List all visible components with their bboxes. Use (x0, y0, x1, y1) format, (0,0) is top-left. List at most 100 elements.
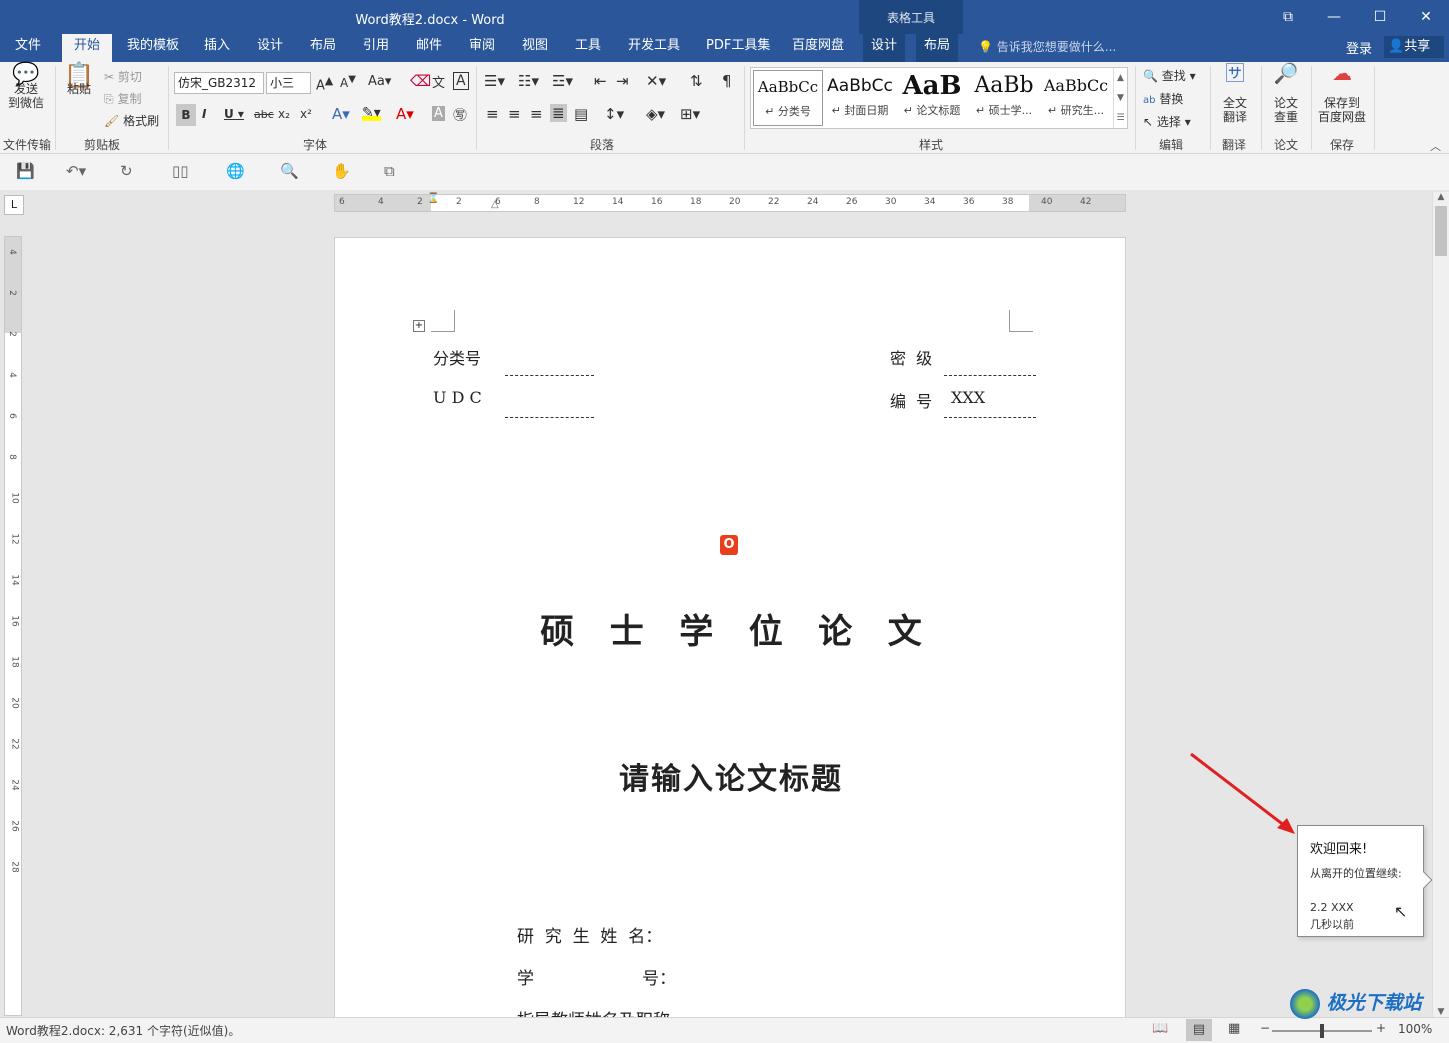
login-link[interactable]: 登录 (1346, 38, 1372, 57)
style-graduate[interactable]: AaBbCc ↵ 研究生... (1041, 70, 1111, 126)
tab-file[interactable]: 文件 (7, 34, 49, 62)
superscript-button[interactable]: x² (300, 107, 312, 121)
vertical-ruler[interactable]: 4 2 2 4 6 8 10 12 14 16 18 20 22 24 26 28 (4, 236, 22, 1016)
tab-table-layout[interactable]: 布局 (916, 34, 959, 62)
numbering-icon[interactable]: ☷▾ (518, 72, 539, 90)
save-baidu-button[interactable]: ☁ 保存到 百度网盘 (1314, 63, 1370, 124)
document-info[interactable]: Word教程2.docx: 2,631 个字符(近似值)。 (6, 1022, 240, 1039)
tab-my-templates[interactable]: 我的模板 (119, 34, 187, 62)
tab-home[interactable]: 开始 (62, 34, 113, 62)
tab-tools[interactable]: 工具 (567, 34, 609, 62)
shrink-font-icon[interactable]: A▼ (340, 74, 356, 90)
italic-button[interactable]: I (202, 107, 206, 121)
clear-format-icon[interactable]: ⌫ (410, 72, 431, 90)
find-button[interactable]: 🔍 查找 ▾ (1143, 67, 1196, 84)
tab-insert[interactable]: 插入 (196, 34, 238, 62)
char-border-icon[interactable]: A (453, 72, 469, 90)
undo-icon[interactable]: ↶▾ (66, 162, 86, 180)
tab-selector[interactable]: L (4, 195, 24, 215)
web-layout-status-icon[interactable]: ▦ (1228, 1021, 1240, 1036)
split-view-icon[interactable]: ▯▯ (172, 162, 189, 180)
web-layout-icon[interactable]: 🌐 (226, 162, 245, 180)
tab-references[interactable]: 引用 (355, 34, 397, 62)
subscript-button[interactable]: x₂ (278, 107, 290, 121)
grow-font-icon[interactable]: A▲ (316, 74, 333, 93)
document-page[interactable]: + 分类号 U D C 密 级 编 号 XXX O 硕 士 学 位 论 文 请输… (334, 237, 1126, 1027)
tab-baidu-pan[interactable]: 百度网盘 (784, 34, 852, 62)
multilevel-list-icon[interactable]: ☲▾ (552, 72, 573, 90)
enclose-char-icon[interactable]: ㊢ (453, 105, 467, 125)
copy-button[interactable]: ⎘ 复制 (104, 90, 141, 107)
minimize-button[interactable]: — (1311, 0, 1357, 34)
distribute-icon[interactable]: ▤ (574, 105, 588, 123)
touch-mode-icon[interactable]: ✋ (332, 162, 351, 180)
indent-marker-icon[interactable]: ⌛ (427, 193, 439, 204)
style-classification[interactable]: AaBbCc ↵ 分类号 (753, 70, 823, 126)
show-marks-icon[interactable]: ¶ (722, 72, 732, 90)
line-spacing-icon[interactable]: ↕▾ (604, 105, 624, 123)
tell-me-search[interactable]: 💡 告诉我您想要做什么... (978, 38, 1116, 55)
decrease-indent-icon[interactable]: ⇤ (594, 72, 607, 90)
close-button[interactable]: ✕ (1403, 0, 1449, 34)
send-wechat-button[interactable]: 💬 发送 到微信 (4, 64, 48, 111)
bold-button[interactable]: B (176, 104, 196, 126)
tab-review[interactable]: 审阅 (461, 34, 503, 62)
tab-mailings[interactable]: 邮件 (408, 34, 450, 62)
align-left-icon[interactable]: ≡ (486, 105, 499, 123)
tab-pdf-tools[interactable]: PDF工具集 (698, 34, 778, 62)
vertical-scrollbar[interactable]: ▲ ▼ (1432, 192, 1449, 1017)
full-translate-button[interactable]: 🈂 全文 翻译 (1214, 63, 1256, 124)
paste-button[interactable]: 📋 粘贴 (60, 63, 98, 96)
customize-icon[interactable]: ⧉ (384, 162, 395, 180)
char-shading-icon[interactable]: A (432, 106, 445, 121)
justify-icon[interactable]: ≣ (550, 104, 567, 122)
welcome-back-popup[interactable]: 欢迎回来! 从离开的位置继续: 2.2 XXX 几秒以前 ↖ (1297, 825, 1433, 937)
underline-button[interactable]: U ▾ (224, 107, 244, 121)
align-center-icon[interactable]: ≡ (508, 105, 521, 123)
format-painter-button[interactable]: 🖌 格式刷 (104, 112, 159, 129)
scroll-thumb[interactable] (1435, 206, 1447, 256)
bullets-icon[interactable]: ☰▾ (484, 72, 505, 90)
chinese-layout-icon[interactable]: ✕▾ (646, 72, 666, 90)
phonetic-guide-icon[interactable]: 文 (432, 72, 445, 91)
maximize-button[interactable]: ☐ (1357, 0, 1403, 34)
cut-button[interactable]: ✂ 剪切 (104, 68, 142, 85)
tab-table-design[interactable]: 设计 (863, 34, 906, 62)
horizontal-ruler[interactable]: 6 4 2 2 6 8 12 14 16 18 20 22 24 26 30 34 36 38 40 42 ⌛ △ (334, 193, 1126, 212)
increase-indent-icon[interactable]: ⇥ (616, 72, 629, 90)
text-effects-icon[interactable]: A▾ (332, 105, 350, 123)
highlight-icon[interactable]: ✎▾ (362, 105, 381, 121)
font-color-icon[interactable]: A▾ (396, 105, 414, 123)
print-preview-icon[interactable]: 🔍 (280, 162, 299, 180)
strikethrough-button[interactable]: abc (254, 108, 274, 121)
sort-icon[interactable]: ⇅ (690, 72, 703, 90)
shading-icon[interactable]: ◈▾ (646, 105, 665, 123)
read-mode-icon[interactable]: 📖 (1152, 1021, 1168, 1036)
font-name-select[interactable]: 仿宋_GB2312 (174, 72, 264, 94)
tab-view[interactable]: 视图 (514, 34, 556, 62)
replace-button[interactable]: ab 替换 (1143, 90, 1183, 107)
style-cover-date[interactable]: AaBbCc ↵ 封面日期 (825, 70, 895, 126)
print-layout-icon[interactable]: ▤ (1186, 1019, 1212, 1041)
collapse-ribbon-icon[interactable]: ︿ (1430, 138, 1441, 154)
align-right-icon[interactable]: ≡ (530, 105, 543, 123)
share-button[interactable]: 👤共享 (1384, 36, 1444, 58)
tab-developer[interactable]: 开发工具 (620, 34, 688, 62)
tab-design[interactable]: 设计 (249, 34, 291, 62)
tab-layout[interactable]: 布局 (302, 34, 344, 62)
font-size-select[interactable]: 小三 (266, 72, 311, 94)
select-button[interactable]: ↖ 选择 ▾ (1143, 113, 1191, 130)
scroll-up-icon[interactable]: ▲ (1433, 192, 1449, 202)
style-thesis-title[interactable]: AaB ↵ 论文标题 (897, 70, 967, 126)
borders-icon[interactable]: ⊞▾ (680, 105, 700, 123)
paper-check-button[interactable]: 🔎 论文 查重 (1265, 63, 1307, 124)
save-icon[interactable]: 💾 (16, 162, 35, 180)
zoom-out-icon[interactable]: − (1260, 1021, 1270, 1035)
gallery-scroll[interactable]: ▲ ▼ ☰ (1113, 68, 1127, 128)
ribbon-display-icon[interactable]: ⧉ (1265, 0, 1311, 34)
style-master-degree[interactable]: AaBb ↵ 硕士学... (969, 70, 1039, 126)
change-case-icon[interactable]: Aa▾ (368, 74, 391, 89)
hanging-indent-icon[interactable]: △ (491, 199, 499, 210)
table-move-handle-icon[interactable]: + (413, 320, 425, 332)
redo-icon[interactable]: ↻ (120, 162, 133, 180)
